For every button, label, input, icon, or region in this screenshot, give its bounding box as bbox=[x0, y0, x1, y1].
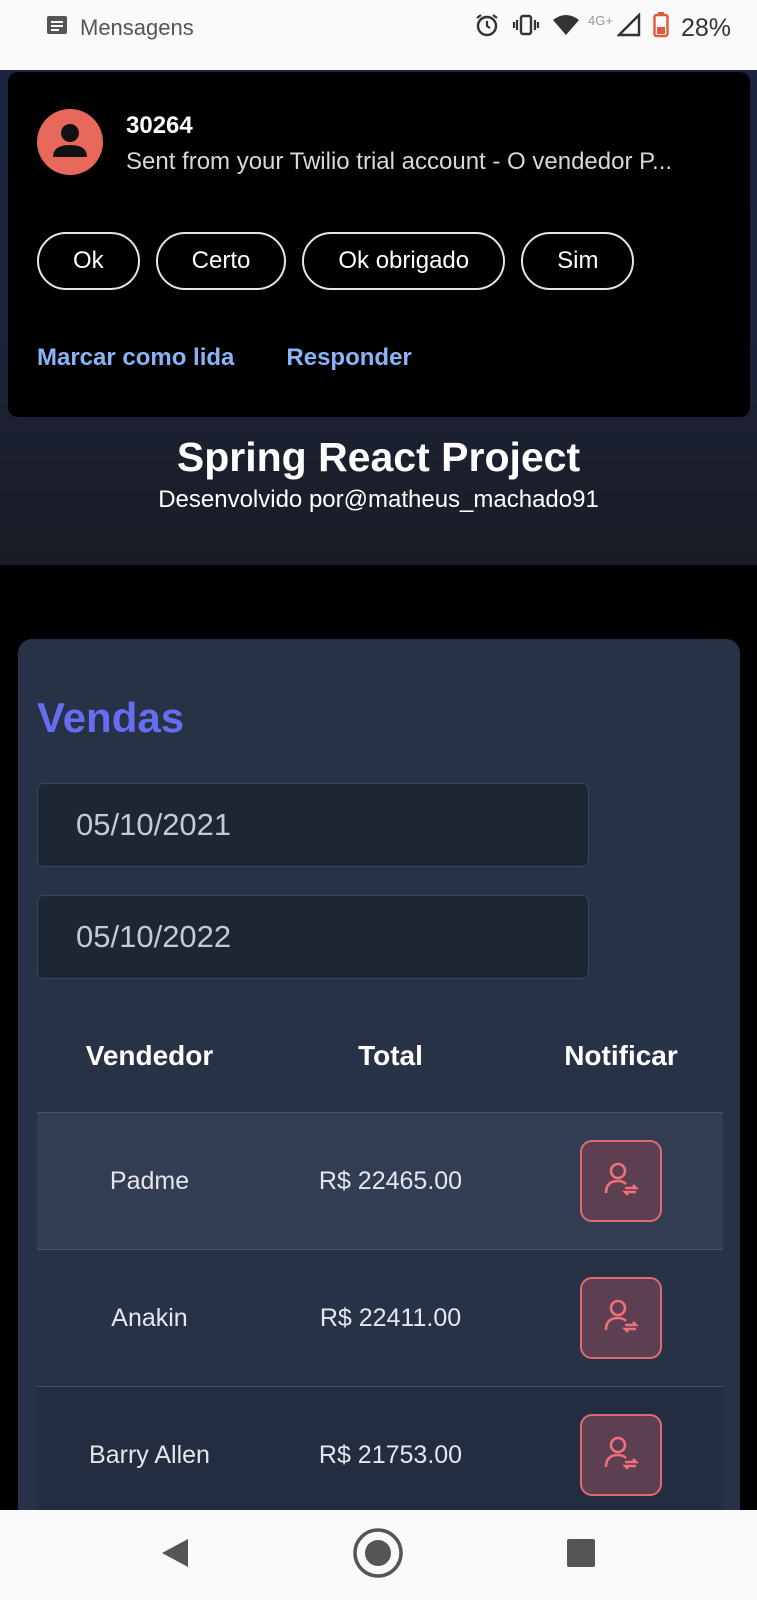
user-notify-icon bbox=[601, 1433, 641, 1478]
recents-button[interactable] bbox=[556, 1530, 606, 1580]
notification-actions: Marcar como lida Responder bbox=[37, 344, 412, 372]
notify-button[interactable] bbox=[580, 1140, 662, 1222]
notification-text: Sent from your Twilio trial account - O … bbox=[126, 148, 673, 175]
back-button[interactable] bbox=[150, 1530, 200, 1580]
page-title: Spring React Project bbox=[176, 434, 581, 480]
alarm-icon bbox=[474, 12, 500, 45]
sales-title: Vendas bbox=[37, 694, 185, 741]
battery-level: 28% bbox=[680, 14, 731, 42]
recents-icon bbox=[566, 1538, 596, 1573]
sales-card: Vendas 05/10/2021 05/10/2022 Vendedor To… bbox=[18, 639, 740, 1600]
sale-total: R$ 21753.00 bbox=[318, 1440, 463, 1469]
back-icon bbox=[160, 1537, 190, 1574]
date-min-input[interactable]: 05/10/2021 bbox=[37, 783, 589, 867]
signal-icon bbox=[616, 12, 641, 44]
table-row: Padme R$ 22465.00 bbox=[37, 1113, 723, 1250]
seller-name: Barry Allen bbox=[89, 1440, 210, 1469]
notify-button[interactable] bbox=[580, 1277, 662, 1359]
quick-replies: Ok Certo Ok obrigado Sim bbox=[37, 232, 635, 290]
messages-app-icon bbox=[46, 14, 68, 42]
table-row: Barry Allen R$ 21753.00 bbox=[37, 1387, 723, 1524]
date-max-input[interactable]: 05/10/2022 bbox=[37, 895, 589, 979]
message-notification[interactable]: 30264 Sent from your Twilio trial accoun… bbox=[8, 72, 750, 417]
quick-reply-ok[interactable]: Ok bbox=[37, 232, 140, 290]
seller-name: Anakin bbox=[111, 1303, 188, 1332]
status-app-label: Mensagens bbox=[80, 15, 194, 40]
vibrate-icon bbox=[512, 13, 540, 44]
contact-avatar-icon bbox=[37, 109, 103, 175]
navigation-bar bbox=[0, 1510, 757, 1600]
mark-as-read-button[interactable]: Marcar como lida bbox=[37, 344, 234, 372]
wifi-icon bbox=[552, 13, 580, 44]
sale-total: R$ 22411.00 bbox=[319, 1303, 462, 1332]
column-header-notify: Notificar bbox=[564, 1039, 678, 1071]
quick-reply-sim[interactable]: Sim bbox=[521, 232, 635, 290]
reply-button[interactable]: Responder bbox=[286, 344, 411, 372]
user-notify-icon bbox=[601, 1159, 641, 1204]
home-icon bbox=[352, 1527, 404, 1584]
table-header: Vendedor Total Notificar bbox=[37, 999, 723, 1113]
seller-name: Padme bbox=[109, 1166, 190, 1195]
notification-sender: 30264 bbox=[126, 112, 193, 139]
home-button[interactable] bbox=[353, 1527, 403, 1580]
page-subtitle: Desenvolvido por@matheus_machado91 bbox=[158, 486, 599, 513]
status-bar: Mensagens 4G+ 28% bbox=[0, 0, 757, 70]
quick-reply-certo[interactable]: Certo bbox=[155, 232, 287, 290]
notify-button[interactable] bbox=[580, 1414, 662, 1496]
network-type-label: 4G+ bbox=[588, 13, 613, 28]
sale-total: R$ 22465.00 bbox=[318, 1166, 463, 1195]
user-notify-icon bbox=[601, 1296, 641, 1341]
quick-reply-ok-obrigado[interactable]: Ok obrigado bbox=[302, 232, 506, 290]
battery-icon bbox=[653, 12, 669, 45]
sales-table: Vendedor Total Notificar Padme R$ 22465.… bbox=[37, 999, 723, 1524]
column-header-seller: Vendedor bbox=[85, 1039, 214, 1071]
table-row: Anakin R$ 22411.00 bbox=[37, 1250, 723, 1387]
column-header-total: Total bbox=[358, 1039, 423, 1071]
